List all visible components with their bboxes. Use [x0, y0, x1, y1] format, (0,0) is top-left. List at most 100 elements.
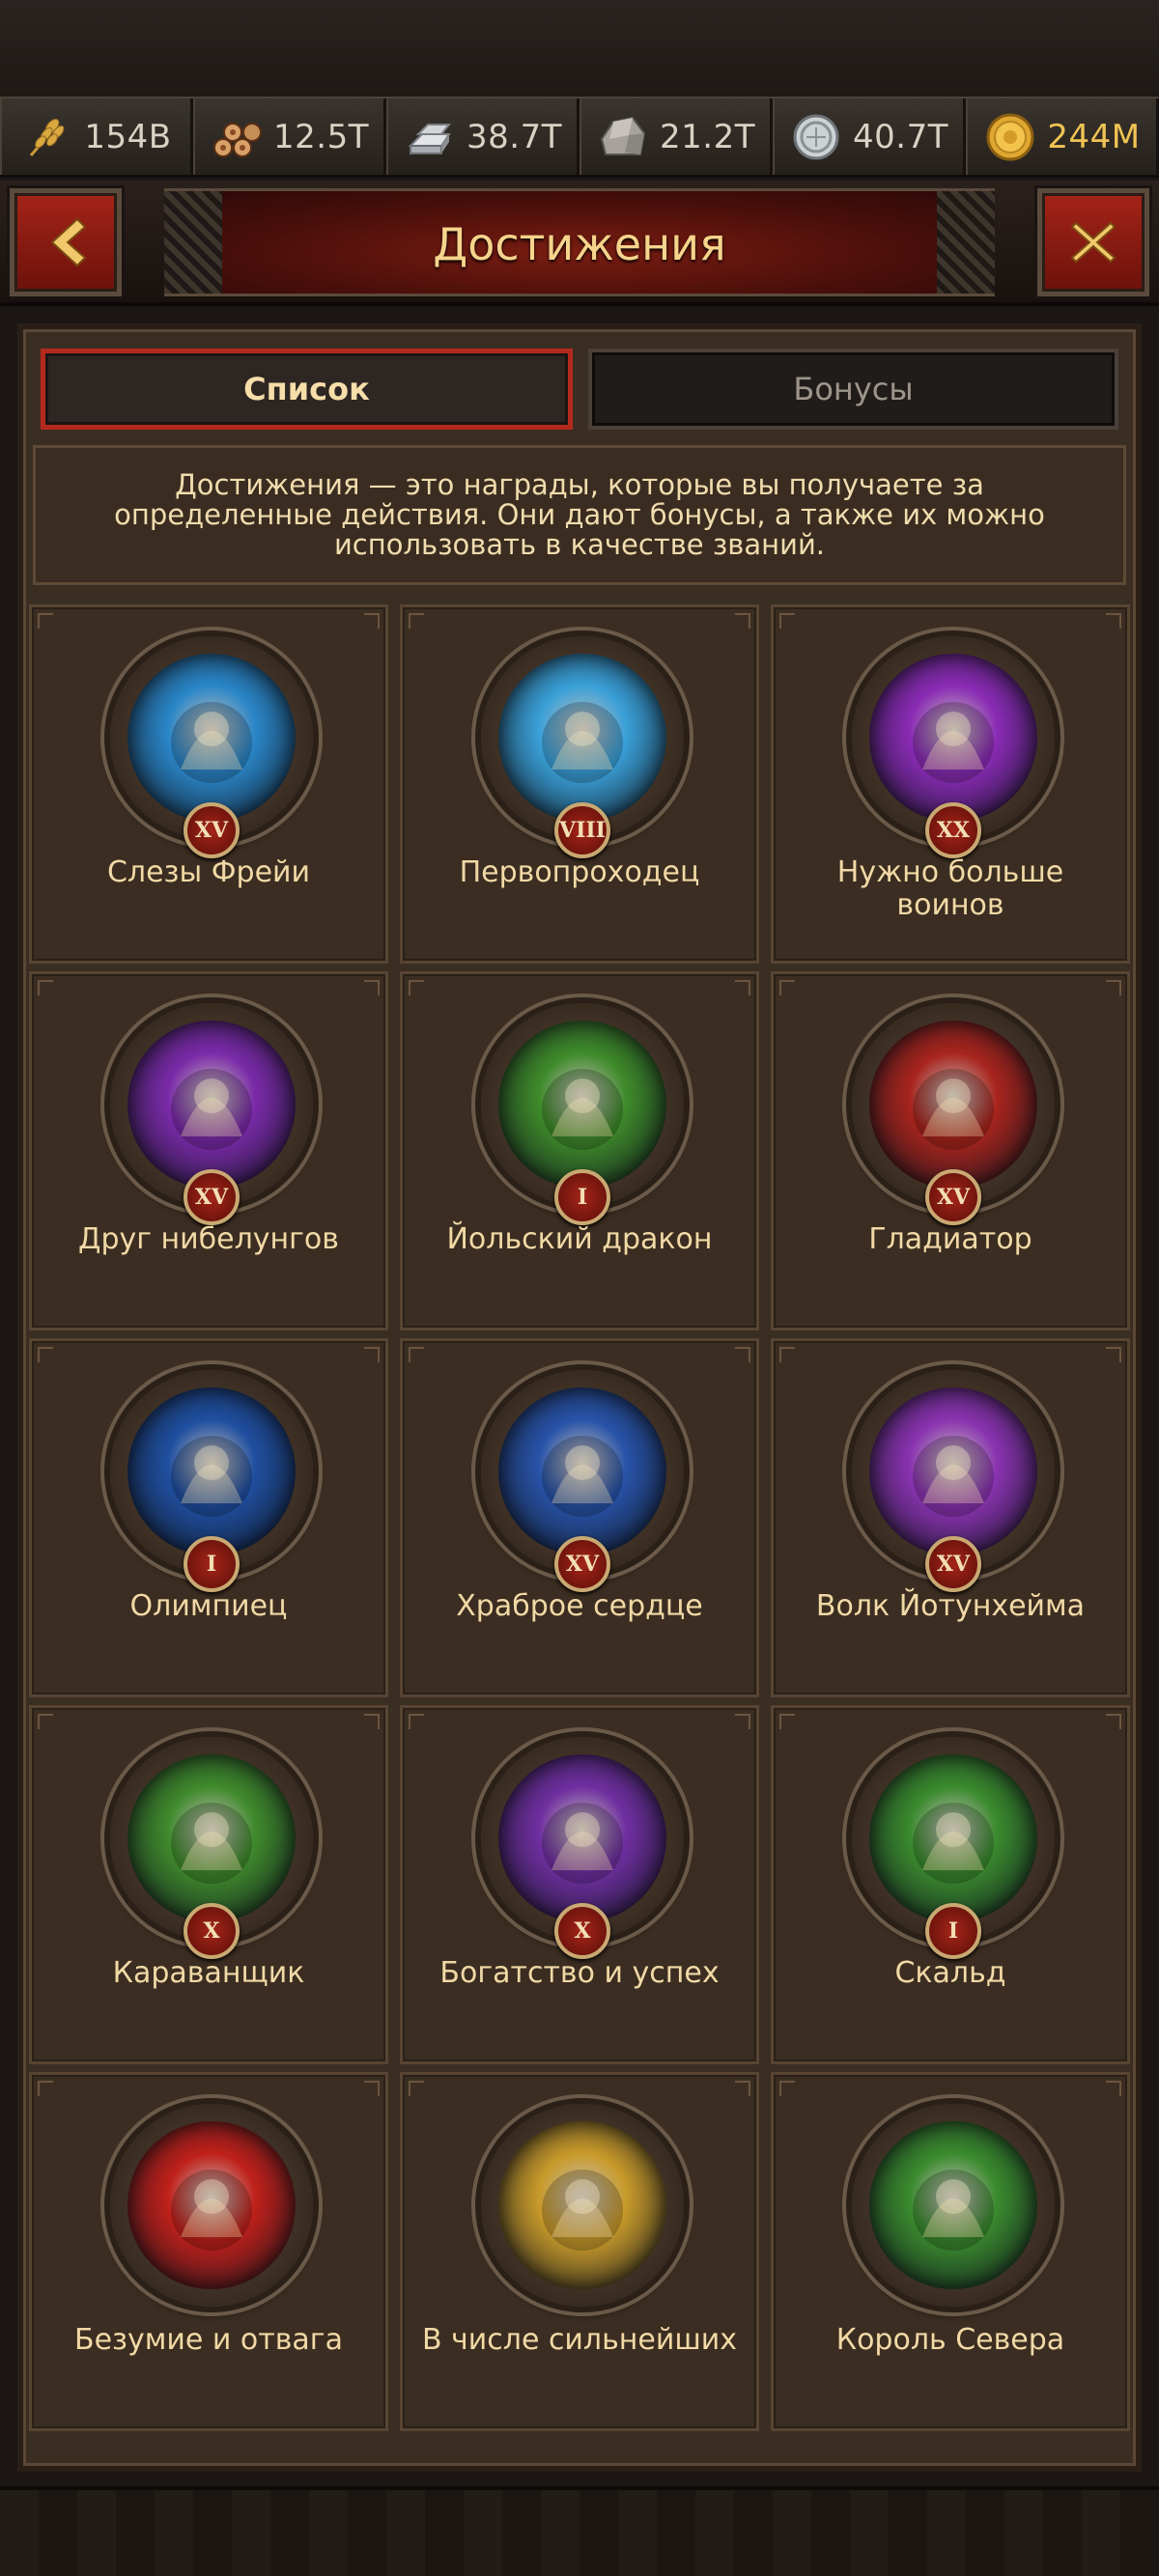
wheat-icon [20, 110, 74, 164]
achievement-card[interactable]: XV Гладиатор [771, 971, 1130, 1330]
rank-badge: XV [184, 1169, 240, 1225]
rank-badge: I [554, 1169, 610, 1225]
achievement-card[interactable]: I Йольский дракон [400, 971, 759, 1330]
achievement-medal-icon: XV [110, 1003, 313, 1225]
achievement-card[interactable]: XX Нужно больше воинов [771, 604, 1130, 964]
achievement-medal-icon [852, 2104, 1055, 2307]
achievement-art [127, 1754, 296, 1922]
achievement-medal-icon: XV [852, 1370, 1055, 1592]
rank-badge: VIII [554, 802, 610, 858]
achievement-art [127, 2121, 296, 2289]
achievement-card[interactable]: I Скальд [771, 1705, 1130, 2064]
achievement-medal-icon: XX [852, 636, 1055, 858]
back-button[interactable] [10, 188, 122, 296]
achievement-medal-icon: I [481, 1003, 684, 1225]
rank-badge: X [554, 1903, 610, 1959]
achievement-art [498, 1387, 666, 1555]
resource-silver[interactable]: 40.7T [773, 98, 966, 175]
achievement-art [869, 654, 1037, 822]
silver-coin-icon [789, 110, 843, 164]
resource-stone-value: 21.2T [660, 117, 755, 156]
description-text: Достижения — это награды, которые вы пол… [33, 445, 1126, 585]
achievement-art [127, 1021, 296, 1189]
resources-bar: 154B 12.5T 38.7T 21.2T 40.7T 244M [0, 97, 1159, 178]
achievement-medal-icon: VIII [481, 636, 684, 858]
achievement-card[interactable]: Король Севера [771, 2072, 1130, 2431]
achievement-art [498, 2121, 666, 2289]
achievement-name: Храброе сердце [456, 1589, 703, 1623]
achievement-medal-icon: X [481, 1737, 684, 1959]
achievement-medal-icon: X [110, 1737, 313, 1959]
achievement-medal-icon [110, 2104, 313, 2307]
achievement-card[interactable]: Безумие и отвага [29, 2072, 388, 2431]
rank-badge: I [925, 1903, 981, 1959]
achievement-medal-icon: XV [110, 636, 313, 858]
achievement-name: Скальд [894, 1956, 1006, 1990]
rank-badge: XV [925, 1536, 981, 1592]
resource-iron-value: 38.7T [466, 117, 562, 156]
achievement-name: Богатство и успех [439, 1956, 720, 1990]
tab-bonuses[interactable]: Бонусы [588, 349, 1118, 430]
achievement-card[interactable]: XV Друг нибелунгов [29, 971, 388, 1330]
achievement-art [498, 1754, 666, 1922]
achievement-medal-icon: I [852, 1737, 1055, 1959]
resource-food[interactable]: 154B [0, 98, 193, 175]
title-plate: Достижения [164, 188, 995, 296]
achievement-art [869, 1387, 1037, 1555]
resource-food-value: 154B [84, 117, 172, 156]
achievement-card[interactable]: VIII Первопроходец [400, 604, 759, 964]
achievement-art [127, 654, 296, 822]
close-icon [1070, 221, 1117, 264]
achievement-art [127, 1387, 296, 1555]
achievement-art [869, 1754, 1037, 1922]
achievement-name: Король Севера [835, 2323, 1065, 2357]
achievement-card[interactable]: XV Храброе сердце [400, 1338, 759, 1697]
rank-badge: XV [184, 802, 240, 858]
stone-icon [596, 110, 650, 164]
tabs: Список Бонусы [41, 349, 1118, 430]
page-title: Достижения [433, 218, 726, 270]
achievement-art [869, 1021, 1037, 1189]
achievement-art [498, 1021, 666, 1189]
bottom-frame [0, 2486, 1159, 2576]
achievement-medal-icon: I [110, 1370, 313, 1592]
chevron-left-icon [50, 217, 87, 267]
achievement-card[interactable]: X Богатство и успех [400, 1705, 759, 2064]
achievements-panel: Список Бонусы Достижения — это награды, … [17, 323, 1142, 2472]
achievement-card[interactable]: I Олимпиец [29, 1338, 388, 1697]
achievement-name: В числе сильнейших [421, 2323, 738, 2357]
resource-wood-value: 12.5T [273, 117, 369, 156]
header: Достижения [0, 181, 1159, 306]
iron-ingot-icon [403, 110, 457, 164]
achievement-card[interactable]: X Караванщик [29, 1705, 388, 2064]
achievement-name: Волк Йотунхейма [815, 1589, 1086, 1623]
rank-badge: XV [925, 1169, 981, 1225]
resource-gold[interactable]: 244M [966, 98, 1159, 175]
achievement-card[interactable]: XV Волк Йотунхейма [771, 1338, 1130, 1697]
achievement-art [498, 654, 666, 822]
achievement-name: Первопроходец [459, 855, 700, 889]
resource-stone[interactable]: 21.2T [580, 98, 773, 175]
wood-logs-icon [210, 110, 264, 164]
resource-iron[interactable]: 38.7T [386, 98, 580, 175]
achievement-medal-icon: XV [852, 1003, 1055, 1225]
rank-badge: X [184, 1903, 240, 1959]
achievement-name: Слезы Фрейи [106, 855, 311, 889]
achievement-card[interactable]: В числе сильнейших [400, 2072, 759, 2431]
achievement-card[interactable]: XV Слезы Фрейи [29, 604, 388, 964]
tab-list[interactable]: Список [41, 349, 573, 430]
gold-coin-icon [983, 110, 1037, 164]
achievement-name: Друг нибелунгов [78, 1222, 339, 1256]
achievement-name: Олимпиец [129, 1589, 288, 1623]
achievement-medal-icon [481, 2104, 684, 2307]
rank-badge: XX [925, 802, 981, 858]
achievement-name: Йольский дракон [446, 1222, 713, 1256]
close-button[interactable] [1037, 188, 1149, 296]
resource-wood[interactable]: 12.5T [193, 98, 386, 175]
resource-silver-value: 40.7T [853, 117, 948, 156]
resource-gold-value: 244M [1047, 117, 1141, 156]
achievement-name: Караванщик [112, 1956, 305, 1990]
achievement-art [869, 2121, 1037, 2289]
achievements-grid: XV Слезы Фрейи VIII Первопроходец XX Нужно бо… [29, 604, 1130, 2431]
achievement-medal-icon: XV [481, 1370, 684, 1592]
